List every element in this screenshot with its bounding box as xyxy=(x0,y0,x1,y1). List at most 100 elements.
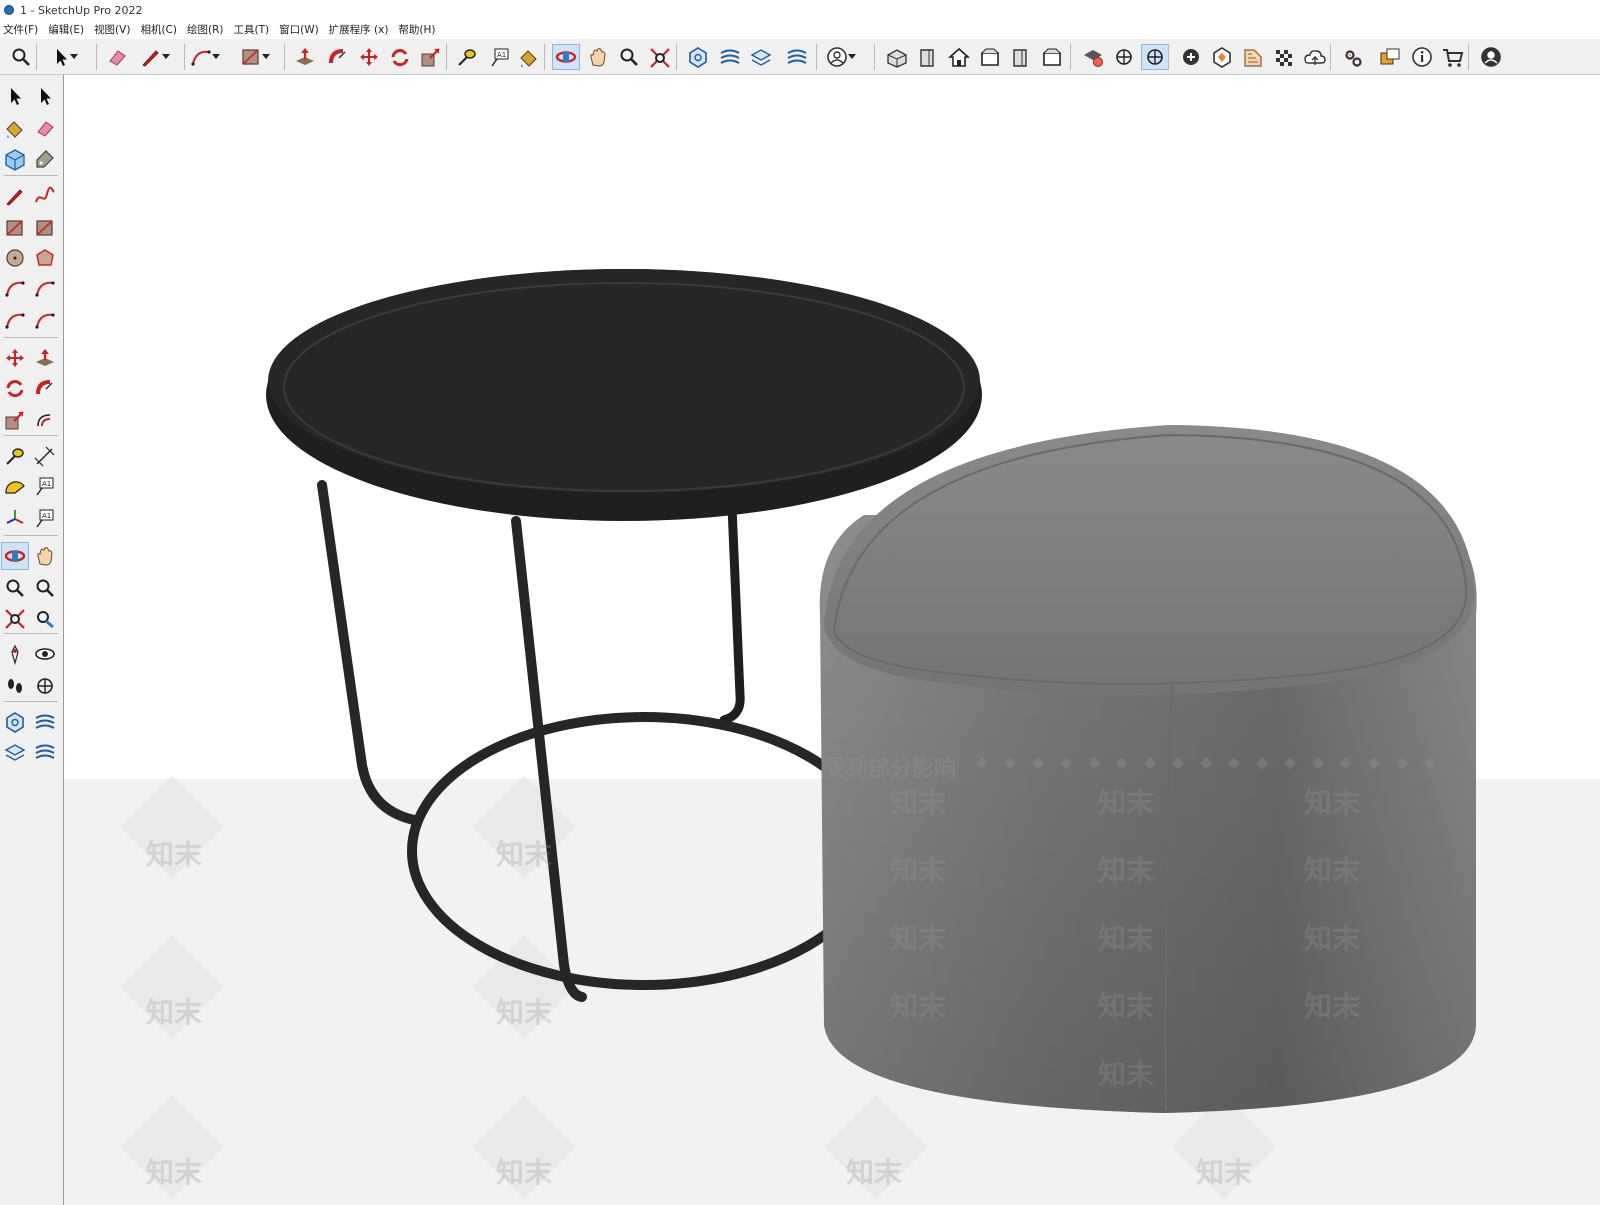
text-tool-button[interactable]: A1 xyxy=(32,473,58,499)
sandbox-button[interactable] xyxy=(1209,45,1235,69)
drawing-viewport[interactable]: 受到部分影响 知末 知末 知末 知末 知末 知末 知末 知末 知末 知末 知末 … xyxy=(64,75,1600,1205)
home-view-button[interactable] xyxy=(946,45,972,69)
push-pull-tool-button[interactable] xyxy=(32,345,58,371)
right-view-button[interactable] xyxy=(1008,45,1034,69)
offset-tool-button[interactable] xyxy=(32,407,58,433)
two-point-arc-tool-button[interactable] xyxy=(32,275,58,301)
iso-view-button[interactable] xyxy=(884,45,910,69)
arc-button[interactable] xyxy=(188,45,214,69)
style-builder-button[interactable] xyxy=(1240,45,1266,69)
walk-tool-button[interactable] xyxy=(2,673,28,699)
zoom-button[interactable] xyxy=(616,45,642,69)
eraser-button[interactable] xyxy=(104,45,130,69)
rotate-button[interactable] xyxy=(387,45,413,69)
three-point-arc-tool-button[interactable] xyxy=(2,307,28,333)
warehouse-button[interactable] xyxy=(685,45,711,69)
front-view-button[interactable] xyxy=(915,45,941,69)
select-tool-button[interactable] xyxy=(2,83,28,109)
checker-button[interactable] xyxy=(1271,45,1297,69)
menu-file[interactable]: 文件(F) xyxy=(0,22,45,37)
user-account-button[interactable] xyxy=(824,45,850,69)
rotate-tool-button[interactable] xyxy=(2,375,28,401)
dialog-button[interactable] xyxy=(1377,45,1403,69)
zoom-tool-button[interactable] xyxy=(2,575,28,601)
extension-warehouse-button[interactable] xyxy=(717,45,743,69)
chevron-down-icon[interactable] xyxy=(262,54,270,59)
menu-tools[interactable]: 工具(T) xyxy=(230,22,276,37)
zoom-window-tool-button[interactable] xyxy=(32,575,58,601)
menu-window[interactable]: 窗口(W) xyxy=(276,22,326,37)
search-button[interactable] xyxy=(8,45,34,69)
rotate-icon xyxy=(391,49,409,67)
top-view-button[interactable] xyxy=(977,45,1003,69)
pan-tool-button[interactable] xyxy=(32,543,58,569)
orbit-tool-button[interactable] xyxy=(1,542,29,570)
previous-view-tool-button[interactable] xyxy=(32,605,58,631)
menu-extensions[interactable]: 扩展程序 (x) xyxy=(326,22,396,37)
dimension-tool-button[interactable] xyxy=(32,443,58,469)
back-view-button[interactable] xyxy=(1039,45,1065,69)
move-tool-button[interactable] xyxy=(2,345,28,371)
chevron-down-icon[interactable] xyxy=(70,54,78,59)
freehand-tool-button[interactable] xyxy=(32,183,58,209)
paint-bucket-button[interactable] xyxy=(516,45,542,69)
pie-tool-button[interactable] xyxy=(32,307,58,333)
zoom-extents-tool-button[interactable] xyxy=(2,605,28,631)
warehouse-tool-button[interactable] xyxy=(2,709,28,735)
eraser-tool-button[interactable] xyxy=(32,115,58,141)
rectangle-button[interactable] xyxy=(238,45,264,69)
section-cut-button[interactable] xyxy=(1141,44,1169,70)
rotated-rectangle-tool-button[interactable] xyxy=(32,215,58,241)
section-plane-button[interactable] xyxy=(1111,45,1137,69)
protractor-tool-button[interactable] xyxy=(2,473,28,499)
orbit-select-tool-button[interactable] xyxy=(32,83,58,109)
menu-view[interactable]: 视图(V) xyxy=(91,22,137,37)
pencil-line-button[interactable] xyxy=(138,45,164,69)
menu-camera[interactable]: 相机(C) xyxy=(137,22,184,37)
tape-measure-tool-button[interactable] xyxy=(2,443,28,469)
cloud-button[interactable] xyxy=(1302,45,1328,69)
info-button[interactable] xyxy=(1409,45,1435,69)
paint-bucket-tool-button[interactable] xyxy=(2,115,28,141)
layout-button[interactable] xyxy=(748,45,774,69)
extension-manager-tool-button[interactable] xyxy=(32,739,58,765)
move-button[interactable] xyxy=(356,45,382,69)
text-label-button[interactable]: A1 xyxy=(487,45,513,69)
rectangle-tool-button[interactable] xyxy=(2,215,28,241)
menu-help[interactable]: 帮助(H) xyxy=(395,22,442,37)
settings-button[interactable] xyxy=(1340,45,1366,69)
line-tool-button[interactable] xyxy=(2,183,28,209)
profile-button[interactable] xyxy=(1478,45,1504,69)
follow-me-tool-button[interactable] xyxy=(32,375,58,401)
extension-warehouse-tool-button[interactable] xyxy=(32,709,58,735)
menu-edit[interactable]: 编辑(E) xyxy=(45,22,91,37)
menu-draw[interactable]: 绘图(R) xyxy=(184,22,231,37)
scale-button[interactable] xyxy=(418,45,444,69)
component-tool-button[interactable] xyxy=(2,146,28,172)
chevron-down-icon[interactable] xyxy=(162,54,170,59)
solid-check-button[interactable] xyxy=(1080,45,1106,69)
tag-tool-button[interactable] xyxy=(32,146,58,172)
arc-tool-button[interactable] xyxy=(2,275,28,301)
follow-me-button[interactable] xyxy=(325,45,351,69)
chevron-down-icon[interactable] xyxy=(212,54,220,59)
section-plane-tool-button[interactable] xyxy=(32,673,58,699)
circle-tool-button[interactable] xyxy=(2,245,28,271)
position-camera-tool-button[interactable] xyxy=(2,641,28,667)
layout-tool-button[interactable] xyxy=(2,739,28,765)
pan-button[interactable] xyxy=(585,45,611,69)
chevron-down-icon[interactable] xyxy=(848,54,856,59)
look-around-tool-button[interactable] xyxy=(32,641,58,667)
polygon-tool-button[interactable] xyxy=(32,245,58,271)
cart-button[interactable] xyxy=(1440,45,1466,69)
push-pull-button[interactable] xyxy=(292,45,318,69)
model-scene[interactable] xyxy=(64,75,1600,1205)
orbit-button[interactable] xyxy=(552,44,580,70)
add-location-button[interactable] xyxy=(1178,45,1204,69)
tape-measure-button[interactable] xyxy=(454,45,480,69)
zoom-extents-button[interactable] xyxy=(647,45,673,69)
scale-tool-button[interactable] xyxy=(2,407,28,433)
3d-text-tool-button[interactable]: A1 xyxy=(32,505,58,531)
axes-tool-button[interactable] xyxy=(2,505,28,531)
extension-manager-button[interactable] xyxy=(784,45,810,69)
